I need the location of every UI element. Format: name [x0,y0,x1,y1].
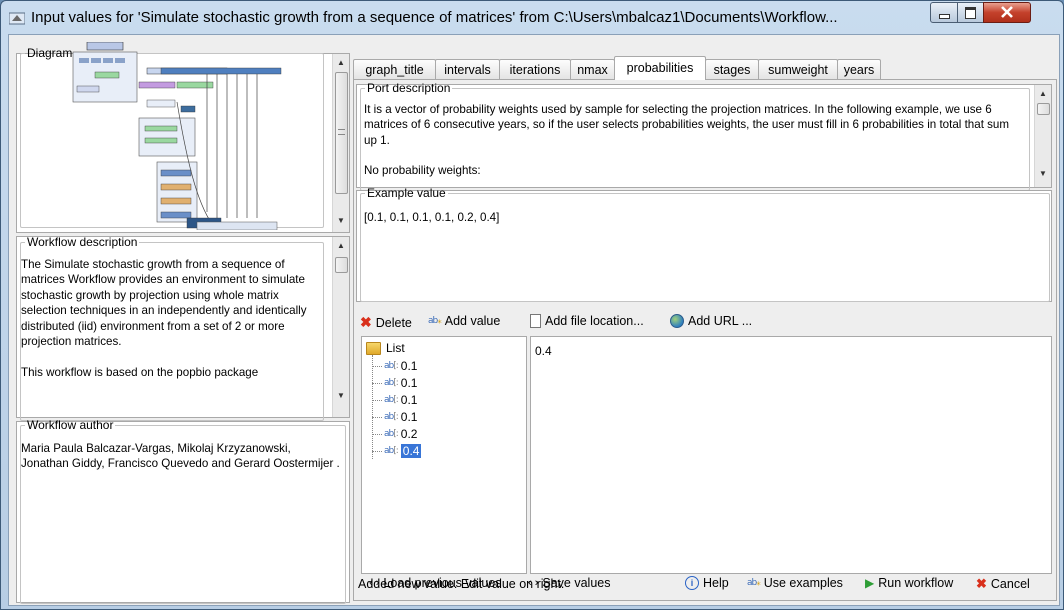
diagram-scrollbar[interactable]: ▲ ▼ [332,54,349,232]
info-icon: i [685,576,699,590]
string-value-icon: ab[: [384,378,399,388]
diagram-panel: Diagram ▲ ▼ [16,42,350,233]
tree-root[interactable]: List [366,341,405,355]
add-value-button[interactable]: ab⁎ Add value [428,314,500,328]
delete-button[interactable]: ✖ Delete [360,314,412,331]
tab-probabilities[interactable]: probabilities [614,56,706,80]
value-editor-text[interactable]: 0.4 [535,344,552,358]
list-item[interactable]: ab[: 0.1 [372,410,417,424]
tab-nmax[interactable]: nmax [570,59,615,79]
list-item-selected[interactable]: ab[: 0.4 [372,444,422,458]
string-value-icon: ab[: [384,412,399,422]
add-url-label: Add URL ... [688,314,753,328]
scroll-up-icon[interactable]: ▲ [337,58,345,67]
example-value-panel: Example value [0.1, 0.1, 0.1, 0.1, 0.2, … [356,186,1052,302]
string-value-icon: ab[: [384,395,399,405]
add-file-location-button[interactable]: Add file location... [530,314,644,328]
delete-label: Delete [375,315,412,330]
example-value-box: Example value [360,186,1050,302]
example-value-text: [0.1, 0.1, 0.1, 0.1, 0.2, 0.4] [364,211,500,224]
port-description-more: No probability weights: [364,164,481,178]
workflow-author-panel: Workflow author Maria Paula Balcazar-Var… [16,418,350,604]
file-icon [530,314,541,328]
list-item[interactable]: ab[: 0.1 [372,359,417,373]
add-value-label: Add value [444,314,501,328]
cancel-button[interactable]: ✖ Cancel [976,576,1030,592]
scroll-up-icon[interactable]: ▲ [1039,89,1047,98]
workflow-description-text: The Simulate stochastic growth from a se… [21,258,307,379]
add-file-location-label: Add file location... [545,314,644,328]
port-description-scrollbar[interactable]: ▲ ▼ [1034,85,1051,187]
help-button[interactable]: i Help [685,576,729,590]
maximize-icon [965,7,976,19]
scroll-up-icon[interactable]: ▲ [337,241,345,250]
tab-years[interactable]: years [837,59,881,79]
port-description-body: It is a vector of probability weights us… [364,103,1010,147]
workflow-diagram[interactable] [57,42,287,230]
folder-icon [366,341,381,355]
minimize-button[interactable] [930,2,958,23]
load-previous-values-button[interactable]: ‹ › Load previous values [369,576,502,590]
taverna-icon [9,12,25,25]
list-item[interactable]: ab[: 0.1 [372,393,417,407]
value-editor[interactable]: 0.4 [530,336,1052,574]
scroll-down-icon[interactable]: ▼ [337,216,345,225]
save-values-button[interactable]: ‹ › Save values [528,576,611,590]
tab-graph-title[interactable]: graph_title [353,59,436,79]
list-item[interactable]: ab[: 0.1 [372,376,417,390]
example-value-label: Example value [367,186,446,200]
tab-stages[interactable]: stages [705,59,759,79]
add-value-icon: ab⁎ [428,316,442,326]
list-item[interactable]: ab[: 0.2 [372,427,417,441]
workflow-author-label: Workflow author [27,418,114,432]
tree-root-label: List [386,341,405,355]
port-description-panel: Port description It is a vector of proba… [356,81,1052,191]
dialog-content: Diagram ▲ ▼ Workflow description The Sim… [8,34,1060,606]
tab-intervals[interactable]: intervals [435,59,500,79]
description-scrollbar[interactable]: ▲ ▼ [332,237,349,417]
port-description-text: It is a vector of probability weights us… [364,102,1024,187]
close-icon [1001,6,1013,18]
scroll-thumb[interactable] [335,72,348,194]
scroll-thumb[interactable] [335,257,348,273]
workflow-description-panel: Workflow description The Simulate stocha… [16,235,350,421]
string-value-icon: ab[: [384,429,399,439]
close-button[interactable] [983,2,1031,23]
tab-iterations[interactable]: iterations [499,59,571,79]
add-url-button[interactable]: Add URL ... [670,314,752,328]
workflow-description-label: Workflow description [27,235,138,249]
port-description-label: Port description [367,81,451,95]
scroll-down-icon[interactable]: ▼ [1039,169,1047,178]
delete-icon: ✖ [360,314,372,330]
use-examples-button[interactable]: ab⁎ Use examples [747,576,843,590]
string-value-icon: ab[: [384,361,399,371]
workflow-author-text: Maria Paula Balcazar-Vargas, Mikolaj Krz… [21,442,340,471]
string-value-icon: ab[: [384,446,399,456]
input-values-window: Input values for 'Simulate stochastic gr… [0,0,1064,610]
minimize-icon [939,14,950,19]
tab-sumweight[interactable]: sumweight [758,59,838,79]
title-bar[interactable]: Input values for 'Simulate stochastic gr… [1,1,1063,35]
scroll-down-icon[interactable]: ▼ [337,391,345,400]
scroll-thumb[interactable] [1037,103,1050,115]
save-icon: ‹ › [528,577,539,589]
run-workflow-button[interactable]: ▶ Run workflow [865,576,953,590]
globe-icon [670,314,684,328]
window-title: Input values for 'Simulate stochastic gr… [31,9,838,26]
play-icon: ▶ [865,576,875,590]
cancel-icon: ✖ [976,576,987,591]
load-icon: ‹ › [369,577,380,589]
use-examples-icon: ab⁎ [747,578,761,588]
tab-content-panel: Port description It is a vector of proba… [353,79,1057,601]
value-tree[interactable]: List ab[: 0.1 ab[: 0.1 ab[: 0.1 ab[: 0.1… [361,336,527,574]
maximize-button[interactable] [957,2,984,23]
